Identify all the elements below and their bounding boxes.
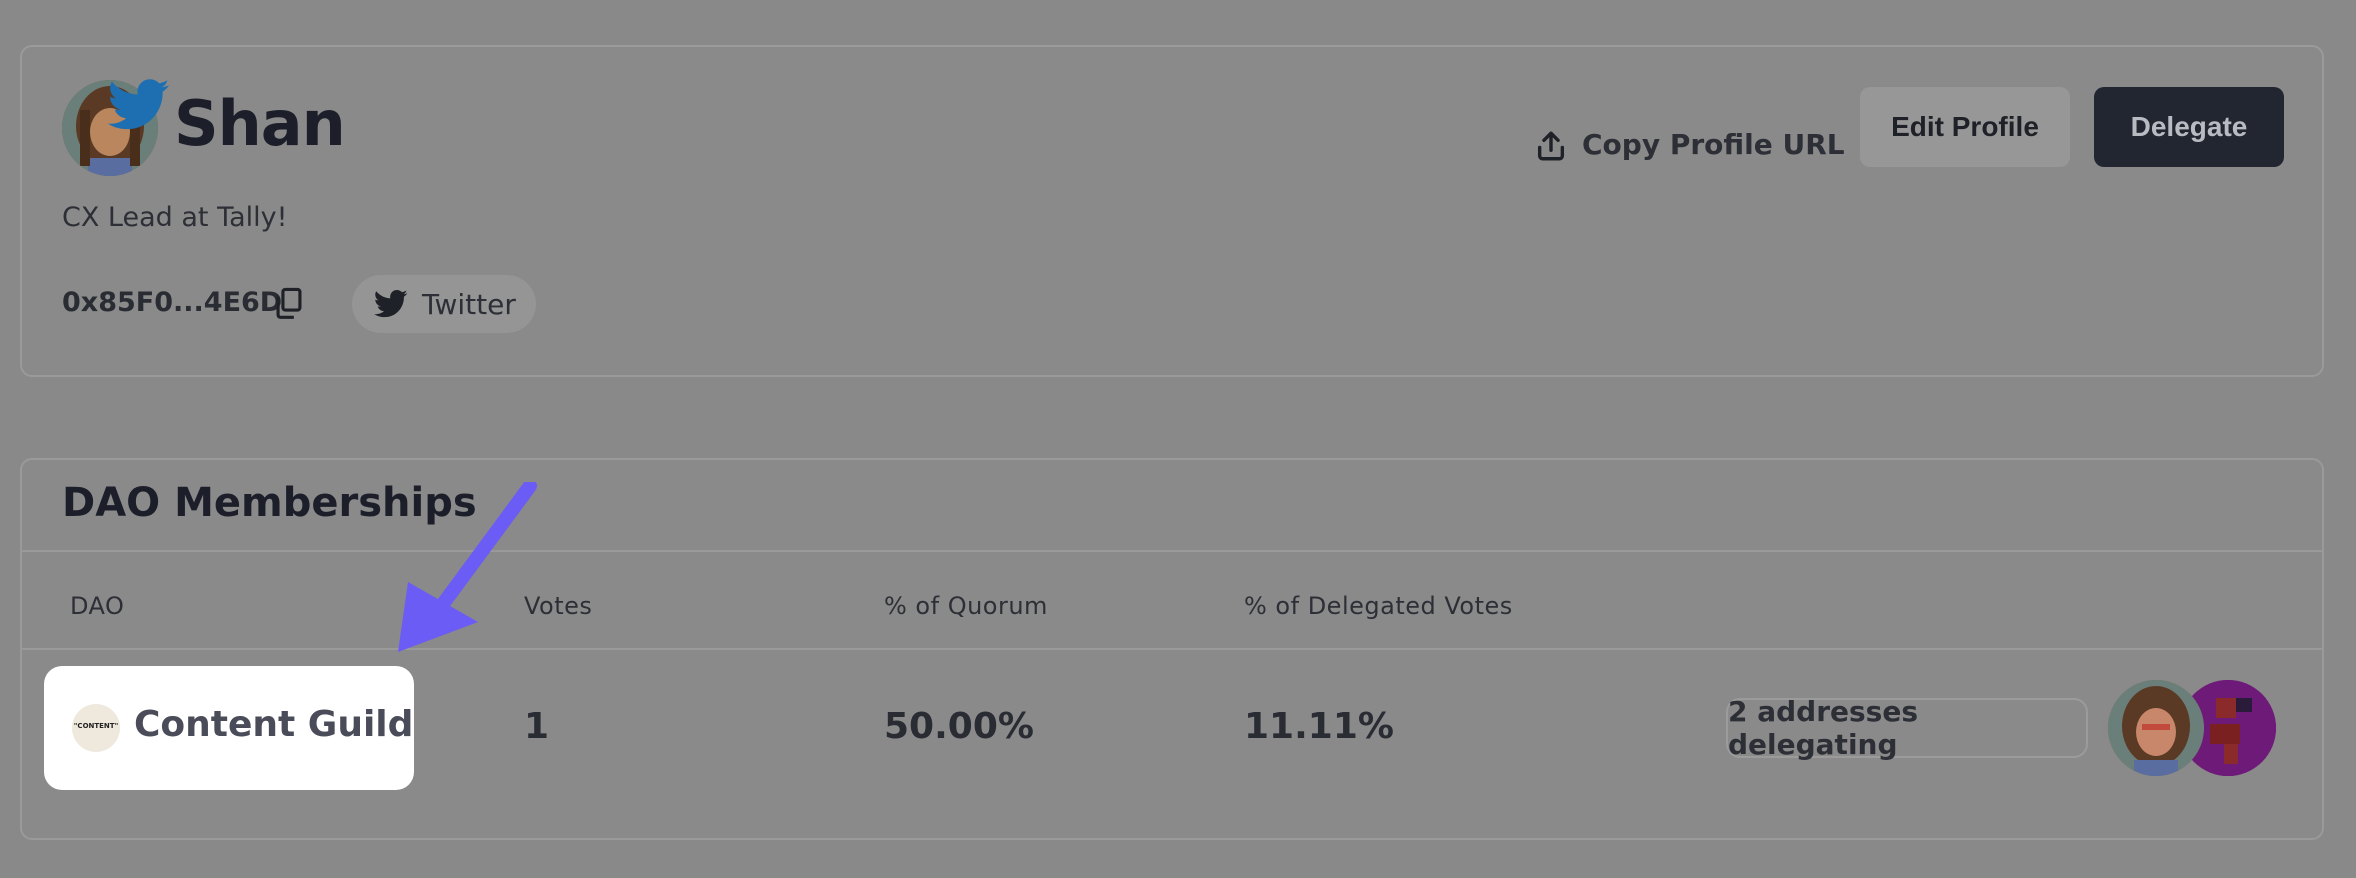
column-header-delegated-votes: % of Delegated Votes (1244, 592, 1513, 620)
dao-logo-text: "CONTENT" (73, 722, 119, 730)
twitter-badge-icon (107, 79, 170, 130)
dao-name[interactable]: Content Guild (134, 704, 413, 745)
votes-value: 1 (524, 706, 550, 747)
divider (22, 648, 2322, 650)
column-header-dao: DAO (70, 592, 125, 620)
delegated-votes-value: 11.11% (1244, 706, 1394, 747)
profile-card: Shan CX Lead at Tally! 0x85F0...4E6D Twi… (20, 45, 2324, 377)
delegators-pill[interactable]: 2 addresses delegating (1726, 695, 2088, 761)
dao-logo: "CONTENT" (72, 704, 120, 752)
twitter-link[interactable]: Twitter (352, 275, 536, 333)
divider (22, 550, 2322, 552)
copy-icon[interactable] (274, 287, 304, 321)
column-header-quorum: % of Quorum (884, 592, 1048, 620)
twitter-label: Twitter (422, 288, 516, 321)
quorum-value: 50.00% (884, 706, 1034, 747)
dao-memberships-card: DAO Memberships DAO Votes % of Quorum % … (20, 458, 2324, 840)
copy-profile-url-button[interactable]: Copy Profile URL (1534, 109, 1845, 179)
delegator-avatar[interactable] (2108, 680, 2204, 776)
copy-profile-url-label: Copy Profile URL (1582, 128, 1845, 161)
annotation-arrow (398, 482, 537, 652)
upload-icon (1537, 131, 1565, 161)
delegate-button[interactable]: Delegate (2094, 87, 2284, 167)
profile-bio: CX Lead at Tally! (62, 202, 288, 233)
edit-profile-button[interactable]: Edit Profile (1860, 87, 2070, 167)
wallet-address: 0x85F0...4E6D (62, 287, 283, 318)
dao-cell-highlight[interactable]: "CONTENT" Content Guild (44, 666, 414, 790)
twitter-icon (374, 289, 408, 318)
profile-name: Shan (174, 87, 346, 160)
